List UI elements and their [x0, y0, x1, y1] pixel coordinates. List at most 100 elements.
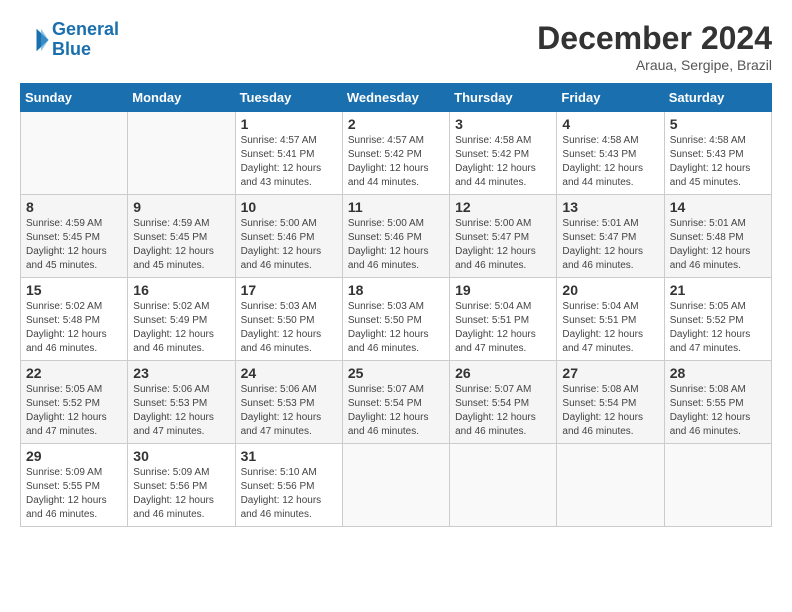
day-number: 10	[241, 199, 337, 215]
day-number: 11	[348, 199, 444, 215]
day-number: 26	[455, 365, 551, 381]
day-number: 28	[670, 365, 766, 381]
calendar-week-row: 1Sunrise: 4:57 AMSunset: 5:41 PMDaylight…	[21, 112, 772, 195]
day-info: Sunrise: 5:01 AMSunset: 5:48 PMDaylight:…	[670, 217, 766, 273]
month-title: December 2024	[537, 20, 772, 57]
day-number: 5	[670, 116, 766, 132]
day-number: 3	[455, 116, 551, 132]
day-number: 17	[241, 282, 337, 298]
title-block: December 2024 Araua, Sergipe, Brazil	[537, 20, 772, 73]
calendar-day-cell: 4Sunrise: 4:58 AMSunset: 5:43 PMDaylight…	[557, 112, 664, 195]
calendar-day-cell: 15 Sunrise: 5:02 AMSunset: 5:48 PMDayligh…	[21, 278, 128, 361]
weekday-header: Monday	[128, 84, 235, 112]
day-info: Sunrise: 5:06 AMSunset: 5:53 PMDaylight:…	[133, 383, 229, 439]
calendar-day-cell: 2Sunrise: 4:57 AMSunset: 5:42 PMDaylight…	[342, 112, 449, 195]
calendar-day-cell: 29 Sunrise: 5:09 AMSunset: 5:55 PMDayligh…	[21, 444, 128, 527]
day-info: Sunrise: 5:09 AMSunset: 5:56 PMDaylight:…	[133, 466, 229, 522]
calendar-header: SundayMondayTuesdayWednesdayThursdayFrid…	[21, 84, 772, 112]
day-info: Sunrise: 5:02 AMSunset: 5:48 PMDaylight:…	[26, 300, 122, 356]
day-number: 23	[133, 365, 229, 381]
calendar-day-cell: 9 Sunrise: 4:59 AMSunset: 5:45 PMDaylight…	[128, 195, 235, 278]
weekday-header: Tuesday	[235, 84, 342, 112]
day-info: Sunrise: 5:00 AMSunset: 5:47 PMDaylight:…	[455, 217, 551, 273]
weekday-header: Friday	[557, 84, 664, 112]
calendar-day-cell: 3 Sunrise: 4:58 AMSunset: 5:42 PMDaylight…	[450, 112, 557, 195]
day-info: Sunrise: 5:06 AMSunset: 5:53 PMDaylight:…	[241, 383, 337, 439]
calendar-day-cell: 5 Sunrise: 4:58 AMSunset: 5:43 PMDaylight…	[664, 112, 771, 195]
day-info: Sunrise: 5:09 AMSunset: 5:55 PMDaylight:…	[26, 466, 122, 522]
day-number: 30	[133, 448, 229, 464]
calendar-day-cell: 16 Sunrise: 5:02 AMSunset: 5:49 PMDayligh…	[128, 278, 235, 361]
day-number: 29	[26, 448, 122, 464]
calendar-week-row: 29 Sunrise: 5:09 AMSunset: 5:55 PMDayligh…	[21, 444, 772, 527]
calendar-day-cell	[21, 112, 128, 195]
calendar-day-cell: 12Sunrise: 5:00 AMSunset: 5:47 PMDayligh…	[450, 195, 557, 278]
calendar-table: SundayMondayTuesdayWednesdayThursdayFrid…	[20, 83, 772, 527]
calendar-day-cell	[557, 444, 664, 527]
day-number: 27	[562, 365, 658, 381]
calendar-day-cell: 31Sunrise: 5:10 AMSunset: 5:56 PMDayligh…	[235, 444, 342, 527]
calendar-day-cell: 17Sunrise: 5:03 AMSunset: 5:50 PMDayligh…	[235, 278, 342, 361]
calendar-day-cell	[664, 444, 771, 527]
calendar-day-cell: 19 Sunrise: 5:04 AMSunset: 5:51 PMDayligh…	[450, 278, 557, 361]
weekday-header: Thursday	[450, 84, 557, 112]
location: Araua, Sergipe, Brazil	[537, 57, 772, 73]
day-info: Sunrise: 5:08 AMSunset: 5:55 PMDaylight:…	[670, 383, 766, 439]
day-info: Sunrise: 5:00 AMSunset: 5:46 PMDaylight:…	[241, 217, 337, 273]
day-number: 24	[241, 365, 337, 381]
day-info: Sunrise: 5:04 AMSunset: 5:51 PMDaylight:…	[562, 300, 658, 356]
day-info: Sunrise: 5:02 AMSunset: 5:49 PMDaylight:…	[133, 300, 229, 356]
logo-text: General Blue	[52, 20, 119, 60]
day-number: 22	[26, 365, 122, 381]
calendar-day-cell	[450, 444, 557, 527]
day-info: Sunrise: 5:03 AMSunset: 5:50 PMDaylight:…	[348, 300, 444, 356]
calendar-day-cell: 8Sunrise: 4:59 AMSunset: 5:45 PMDaylight…	[21, 195, 128, 278]
calendar-day-cell	[342, 444, 449, 527]
calendar-day-cell: 13Sunrise: 5:01 AMSunset: 5:47 PMDayligh…	[557, 195, 664, 278]
calendar-day-cell: 28 Sunrise: 5:08 AMSunset: 5:55 PMDayligh…	[664, 361, 771, 444]
day-number: 15	[26, 282, 122, 298]
day-info: Sunrise: 5:05 AMSunset: 5:52 PMDaylight:…	[670, 300, 766, 356]
calendar-day-cell: 25Sunrise: 5:07 AMSunset: 5:54 PMDayligh…	[342, 361, 449, 444]
calendar-week-row: 22 Sunrise: 5:05 AMSunset: 5:52 PMDayligh…	[21, 361, 772, 444]
calendar-day-cell: 11Sunrise: 5:00 AMSunset: 5:46 PMDayligh…	[342, 195, 449, 278]
day-info: Sunrise: 5:04 AMSunset: 5:51 PMDaylight:…	[455, 300, 551, 356]
day-info: Sunrise: 5:08 AMSunset: 5:54 PMDaylight:…	[562, 383, 658, 439]
weekday-row: SundayMondayTuesdayWednesdayThursdayFrid…	[21, 84, 772, 112]
day-info: Sunrise: 5:07 AMSunset: 5:54 PMDaylight:…	[348, 383, 444, 439]
day-number: 19	[455, 282, 551, 298]
calendar-day-cell: 26 Sunrise: 5:07 AMSunset: 5:54 PMDayligh…	[450, 361, 557, 444]
calendar-day-cell: 21 Sunrise: 5:05 AMSunset: 5:52 PMDayligh…	[664, 278, 771, 361]
calendar-day-cell: 24 Sunrise: 5:06 AMSunset: 5:53 PMDayligh…	[235, 361, 342, 444]
calendar-day-cell: 14 Sunrise: 5:01 AMSunset: 5:48 PMDayligh…	[664, 195, 771, 278]
calendar-day-cell: 22 Sunrise: 5:05 AMSunset: 5:52 PMDayligh…	[21, 361, 128, 444]
day-number: 18	[348, 282, 444, 298]
page-header: General Blue December 2024 Araua, Sergip…	[20, 20, 772, 73]
calendar-day-cell: 1Sunrise: 4:57 AMSunset: 5:41 PMDaylight…	[235, 112, 342, 195]
day-info: Sunrise: 4:58 AMSunset: 5:42 PMDaylight:…	[455, 134, 551, 190]
weekday-header: Wednesday	[342, 84, 449, 112]
day-number: 21	[670, 282, 766, 298]
calendar-week-row: 8 Sunrise: 4:59 AMSunset: 5:45 PMDaylight…	[21, 195, 772, 278]
day-info: Sunrise: 4:57 AMSunset: 5:42 PMDaylight:…	[348, 134, 444, 190]
day-number: 1	[241, 116, 337, 132]
day-number: 4	[562, 116, 658, 132]
logo: General Blue	[20, 20, 119, 60]
calendar-day-cell: 27 Sunrise: 5:08 AMSunset: 5:54 PMDayligh…	[557, 361, 664, 444]
day-info: Sunrise: 4:59 AMSunset: 5:45 PMDaylight:…	[133, 217, 229, 273]
day-number: 31	[241, 448, 337, 464]
day-number: 14	[670, 199, 766, 215]
day-number: 20	[562, 282, 658, 298]
day-info: Sunrise: 5:07 AMSunset: 5:54 PMDaylight:…	[455, 383, 551, 439]
day-number: 9	[133, 199, 229, 215]
day-number: 16	[133, 282, 229, 298]
day-info: Sunrise: 4:58 AMSunset: 5:43 PMDaylight:…	[670, 134, 766, 190]
weekday-header: Saturday	[664, 84, 771, 112]
logo-icon	[20, 25, 50, 55]
calendar-day-cell	[128, 112, 235, 195]
calendar-day-cell: 30 Sunrise: 5:09 AMSunset: 5:56 PMDayligh…	[128, 444, 235, 527]
day-info: Sunrise: 5:01 AMSunset: 5:47 PMDaylight:…	[562, 217, 658, 273]
day-info: Sunrise: 5:05 AMSunset: 5:52 PMDaylight:…	[26, 383, 122, 439]
weekday-header: Sunday	[21, 84, 128, 112]
day-number: 8	[26, 199, 122, 215]
